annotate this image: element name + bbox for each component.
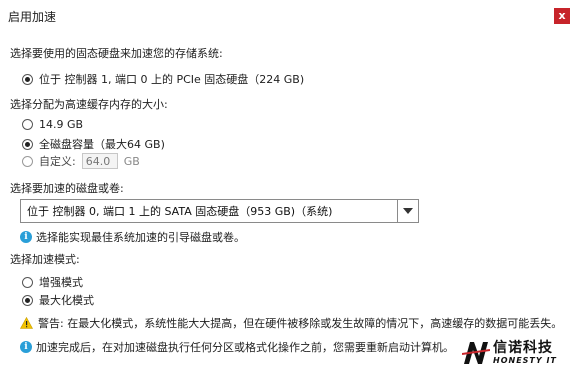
- logo-text-main: 信诺科技: [493, 340, 553, 356]
- mode-option-label: 增强模式: [39, 276, 83, 289]
- mode-option-enhanced[interactable]: 增强模式: [22, 274, 83, 290]
- close-button[interactable]: x: [554, 8, 570, 24]
- chevron-down-icon[interactable]: [397, 200, 418, 222]
- cache-radio-custom[interactable]: [22, 155, 33, 167]
- mode-radio-enhanced[interactable]: [22, 276, 33, 288]
- info-icon: i: [20, 341, 32, 353]
- custom-size-input[interactable]: 64.0: [81, 153, 118, 169]
- cache-radio-full[interactable]: [22, 138, 33, 150]
- custom-size-unit: GB: [123, 154, 140, 168]
- disk-select-value: 位于 控制器 0, 端口 1 上的 SATA 固态硬盘（953 GB)（系统): [27, 205, 333, 218]
- window-title: 启用加速: [8, 10, 57, 24]
- storage-option[interactable]: 位于 控制器 1, 端口 0 上的 PCIe 固态硬盘（224 GB): [22, 71, 304, 87]
- disk-hint-text: 选择能实现最佳系统加速的引导磁盘或卷。: [36, 231, 245, 244]
- info-icon: i: [20, 231, 32, 243]
- title-bar: 启用加速 x: [0, 0, 570, 30]
- footer-note-text: 加速完成后，在对加速磁盘执行任何分区或格式化操作之前，您需要重新启动计算机。: [36, 341, 454, 354]
- watermark-logo: 信诺科技 HONESTY IT: [462, 340, 557, 366]
- warning-icon: [20, 317, 33, 329]
- cache-option-custom[interactable]: 自定义: 64.0 GB: [22, 153, 140, 169]
- storage-radio[interactable]: [22, 73, 33, 85]
- storage-section-label: 选择要使用的固态硬盘来加速您的存储系统:: [10, 47, 223, 60]
- cache-option-label: 14.9 GB: [39, 118, 84, 131]
- mode-radio-maximized[interactable]: [22, 294, 33, 306]
- cache-radio-14gb[interactable]: [22, 119, 33, 130]
- mode-option-label: 最大化模式: [39, 294, 94, 307]
- mode-option-maximized[interactable]: 最大化模式: [22, 292, 94, 308]
- storage-option-label: 位于 控制器 1, 端口 0 上的 PCIe 固态硬盘（224 GB): [39, 73, 305, 86]
- cache-option-label: 自定义:: [39, 155, 76, 168]
- cache-option-label: 全磁盘容量（最大64 GB): [39, 138, 165, 151]
- disk-select[interactable]: 位于 控制器 0, 端口 1 上的 SATA 固态硬盘（953 GB)（系统): [20, 199, 419, 223]
- logo-text-sub: HONESTY IT: [493, 356, 557, 365]
- warning-text: 警告: 在最大化模式，系统性能大大提高，但在硬件被移除或发生故障的情况下，高速缓…: [38, 317, 563, 330]
- cache-size-label: 选择分配为高速缓存内存的大小:: [10, 98, 168, 111]
- disk-section-label: 选择要加速的磁盘或卷:: [10, 182, 124, 195]
- footer-note: i 加速完成后，在对加速磁盘执行任何分区或格式化操作之前，您需要重新启动计算机。: [20, 339, 454, 355]
- mode-warning: 警告: 在最大化模式，系统性能大大提高，但在硬件被移除或发生故障的情况下，高速缓…: [20, 315, 562, 331]
- mode-section-label: 选择加速模式:: [10, 253, 80, 266]
- disk-hint: i 选择能实现最佳系统加速的引导磁盘或卷。: [20, 229, 245, 245]
- logo-mark-icon: [462, 342, 490, 364]
- cache-option-full[interactable]: 全磁盘容量（最大64 GB): [22, 136, 165, 152]
- cache-option-14gb[interactable]: 14.9 GB: [22, 118, 83, 131]
